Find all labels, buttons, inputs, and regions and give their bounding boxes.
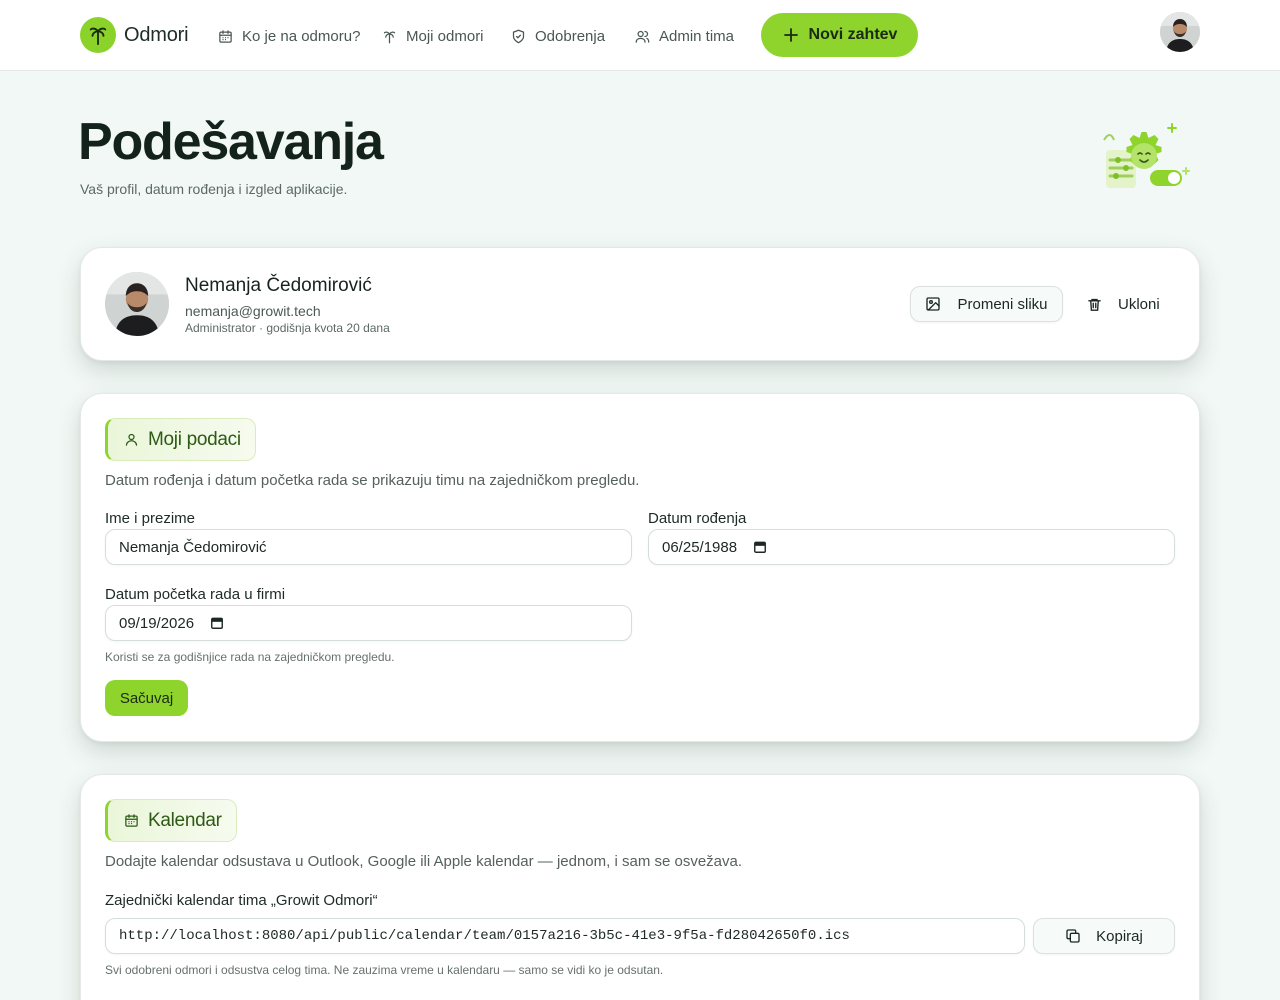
- new-request-button[interactable]: Novi zahtev: [761, 13, 918, 57]
- name-label: Ime i prezime: [105, 510, 196, 527]
- nav-item-label: Ko je na odmoru?: [242, 27, 361, 45]
- start-date-hint: Koristi se za godišnjice rada na zajedni…: [105, 650, 395, 664]
- copy-button[interactable]: Kopiraj: [1033, 918, 1175, 954]
- start-date-input[interactable]: 09/19/2026: [105, 605, 632, 641]
- start-date-label: Datum početka rada u firmi: [105, 586, 286, 603]
- save-button[interactable]: Sačuvaj: [105, 680, 188, 716]
- feed-url-value: http://localhost:8080/api/public/calenda…: [119, 928, 850, 944]
- brand[interactable]: Odmori: [80, 17, 189, 53]
- birth-date-label: Datum rođenja: [648, 510, 747, 527]
- calendar-icon: [125, 814, 138, 827]
- calendar-description: Dodajte kalendar odsustava u Outlook, Go…: [105, 853, 743, 870]
- nav-item-who-is-off[interactable]: Ko je na odmoru?: [218, 26, 360, 46]
- nav-item-label: Odobrenja: [535, 27, 606, 45]
- nav-item-label: Moji odmori: [406, 27, 484, 45]
- birth-date-value: 06/25/1988: [662, 538, 738, 556]
- plus-icon: [783, 28, 798, 42]
- nav-item-my-vacations[interactable]: Moji odmori: [382, 26, 484, 46]
- page-subtitle: Vaš profil, datum rođenja i izgled aplik…: [80, 181, 348, 197]
- profile-card: Nemanja Čedomirović nemanja@growit.tech …: [80, 247, 1200, 361]
- image-edit-icon: [926, 297, 941, 311]
- change-photo-label: Promeni sliku: [957, 295, 1048, 313]
- page-title: Podešavanja: [78, 113, 384, 171]
- settings-illustration-icon: [1100, 120, 1192, 194]
- user-avatar[interactable]: [1160, 12, 1200, 52]
- calendar-picker-icon[interactable]: [210, 616, 224, 630]
- my-data-heading: Moji podaci: [105, 418, 256, 461]
- trash-icon: [1088, 298, 1101, 311]
- remove-photo-label: Ukloni: [1118, 295, 1160, 313]
- user-icon: [125, 433, 138, 446]
- feed-hint: Svi odobreni odmori i odsustva celog tim…: [105, 963, 664, 977]
- change-photo-button[interactable]: Promeni sliku: [910, 286, 1063, 322]
- calendar-heading: Kalendar: [105, 799, 237, 842]
- calendar-heading-label: Kalendar: [148, 809, 222, 831]
- nav-item-team-admin[interactable]: Admin tima: [635, 26, 734, 46]
- name-input[interactable]: Nemanja Čedomirović: [105, 529, 632, 565]
- my-data-heading-label: Moji podaci: [148, 428, 241, 450]
- my-data-card: Moji podaci Datum rođenja i datum početk…: [80, 393, 1200, 742]
- birth-date-input[interactable]: 06/25/1988: [648, 529, 1175, 565]
- profile-role: Administrator · godišnja kvota 20 dana: [185, 321, 390, 335]
- profile-avatar: [105, 272, 169, 336]
- remove-photo-button[interactable]: Ukloni: [1087, 286, 1160, 322]
- profile-name: Nemanja Čedomirović: [185, 275, 372, 296]
- feed-url-input[interactable]: http://localhost:8080/api/public/calenda…: [105, 918, 1025, 954]
- calendar-icon: [219, 29, 232, 43]
- brand-name: Odmori: [124, 23, 189, 46]
- calendar-picker-icon[interactable]: [753, 540, 767, 554]
- top-navbar: Odmori Ko je na odmoru? Moji odmori Odob…: [0, 0, 1280, 71]
- copy-icon: [1066, 929, 1080, 943]
- palm-icon: [383, 30, 396, 43]
- shield-check-icon: [512, 29, 525, 43]
- nav-item-approvals[interactable]: Odobrenja: [511, 26, 605, 46]
- calendar-card: Kalendar Dodajte kalendar odsustava u Ou…: [80, 774, 1200, 1000]
- copy-label: Kopiraj: [1096, 927, 1143, 945]
- start-date-value: 09/19/2026: [119, 614, 195, 632]
- users-icon: [635, 30, 650, 43]
- nav-item-label: Admin tima: [659, 27, 735, 45]
- name-input-value: Nemanja Čedomirović: [119, 538, 267, 556]
- feed-label: Zajednički kalendar tima „Growit Odmori“: [105, 892, 378, 909]
- new-request-label: Novi zahtev: [808, 26, 898, 43]
- my-data-description: Datum rođenja i datum početka rada se pr…: [105, 472, 640, 489]
- profile-email: nemanja@growit.tech: [185, 303, 321, 319]
- palm-logo-icon: [80, 17, 116, 53]
- save-label: Sačuvaj: [119, 689, 174, 707]
